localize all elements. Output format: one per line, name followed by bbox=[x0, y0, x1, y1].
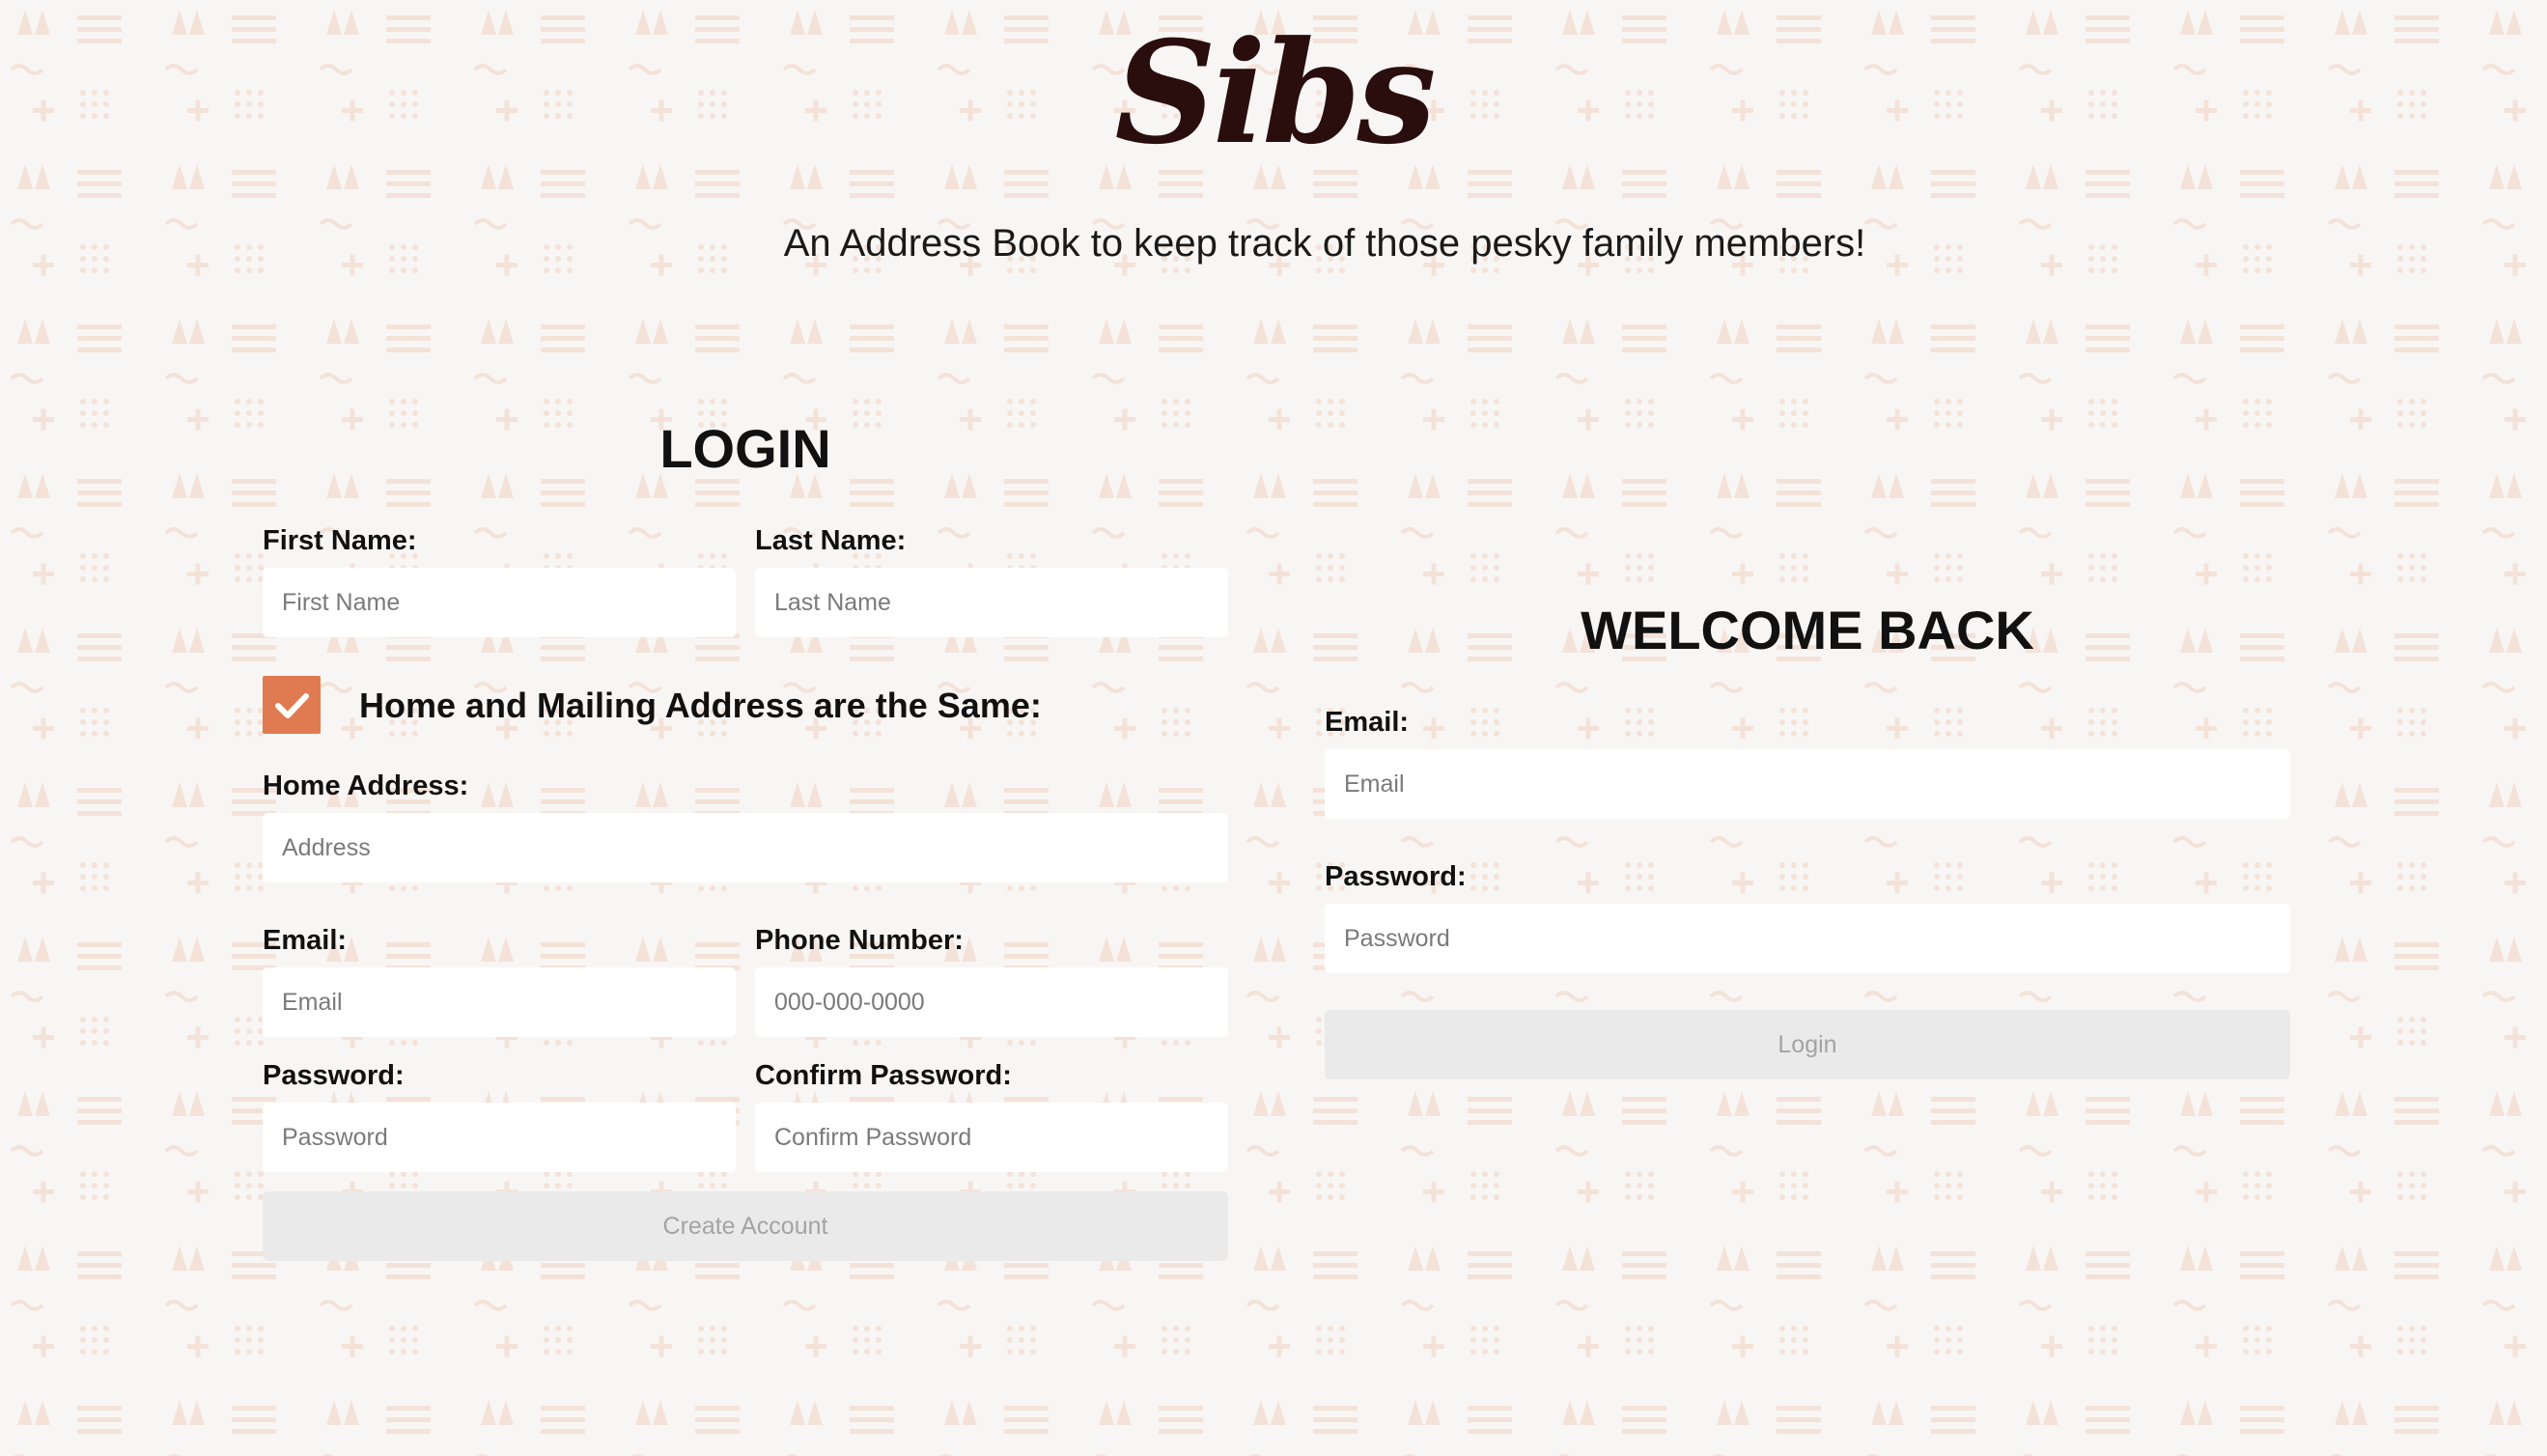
last-name-label: Last Name: bbox=[755, 525, 907, 556]
app-logo: Sibs bbox=[1114, 11, 1436, 176]
same-address-checkbox[interactable] bbox=[263, 676, 321, 734]
login-email-label: Email: bbox=[1325, 707, 1410, 738]
email-field[interactable] bbox=[263, 967, 736, 1037]
app-tagline: An Address Book to keep track of those p… bbox=[783, 222, 1866, 265]
signup-heading: LOGIN bbox=[659, 418, 831, 479]
check-icon bbox=[275, 693, 309, 718]
email-label: Email: bbox=[263, 925, 348, 956]
phone-label: Phone Number: bbox=[755, 925, 964, 956]
create-account-button[interactable]: Create Account bbox=[263, 1191, 1228, 1261]
phone-field[interactable] bbox=[755, 967, 1228, 1037]
home-address-input[interactable] bbox=[263, 813, 1228, 882]
password-label: Password: bbox=[263, 1060, 405, 1091]
page: Sibs An Address Book to keep track of th… bbox=[0, 0, 2547, 1456]
login-heading: WELCOME BACK bbox=[1581, 600, 2034, 660]
login-button[interactable]: Login bbox=[1325, 1010, 2290, 1079]
first-name-label: First Name: bbox=[263, 525, 417, 556]
password-field[interactable] bbox=[263, 1103, 736, 1172]
last-name-input[interactable] bbox=[755, 568, 1228, 637]
same-address-label: Home and Mailing Address are the Same: bbox=[359, 686, 1042, 725]
login-password-field[interactable] bbox=[1325, 904, 2290, 973]
confirm-password-field[interactable] bbox=[755, 1103, 1228, 1172]
login-password-label: Password: bbox=[1325, 861, 1467, 892]
login-email-field[interactable] bbox=[1325, 749, 2290, 819]
first-name-input[interactable] bbox=[263, 568, 736, 637]
home-address-label: Home Address: bbox=[263, 770, 469, 801]
confirm-password-label: Confirm Password: bbox=[755, 1060, 1012, 1091]
